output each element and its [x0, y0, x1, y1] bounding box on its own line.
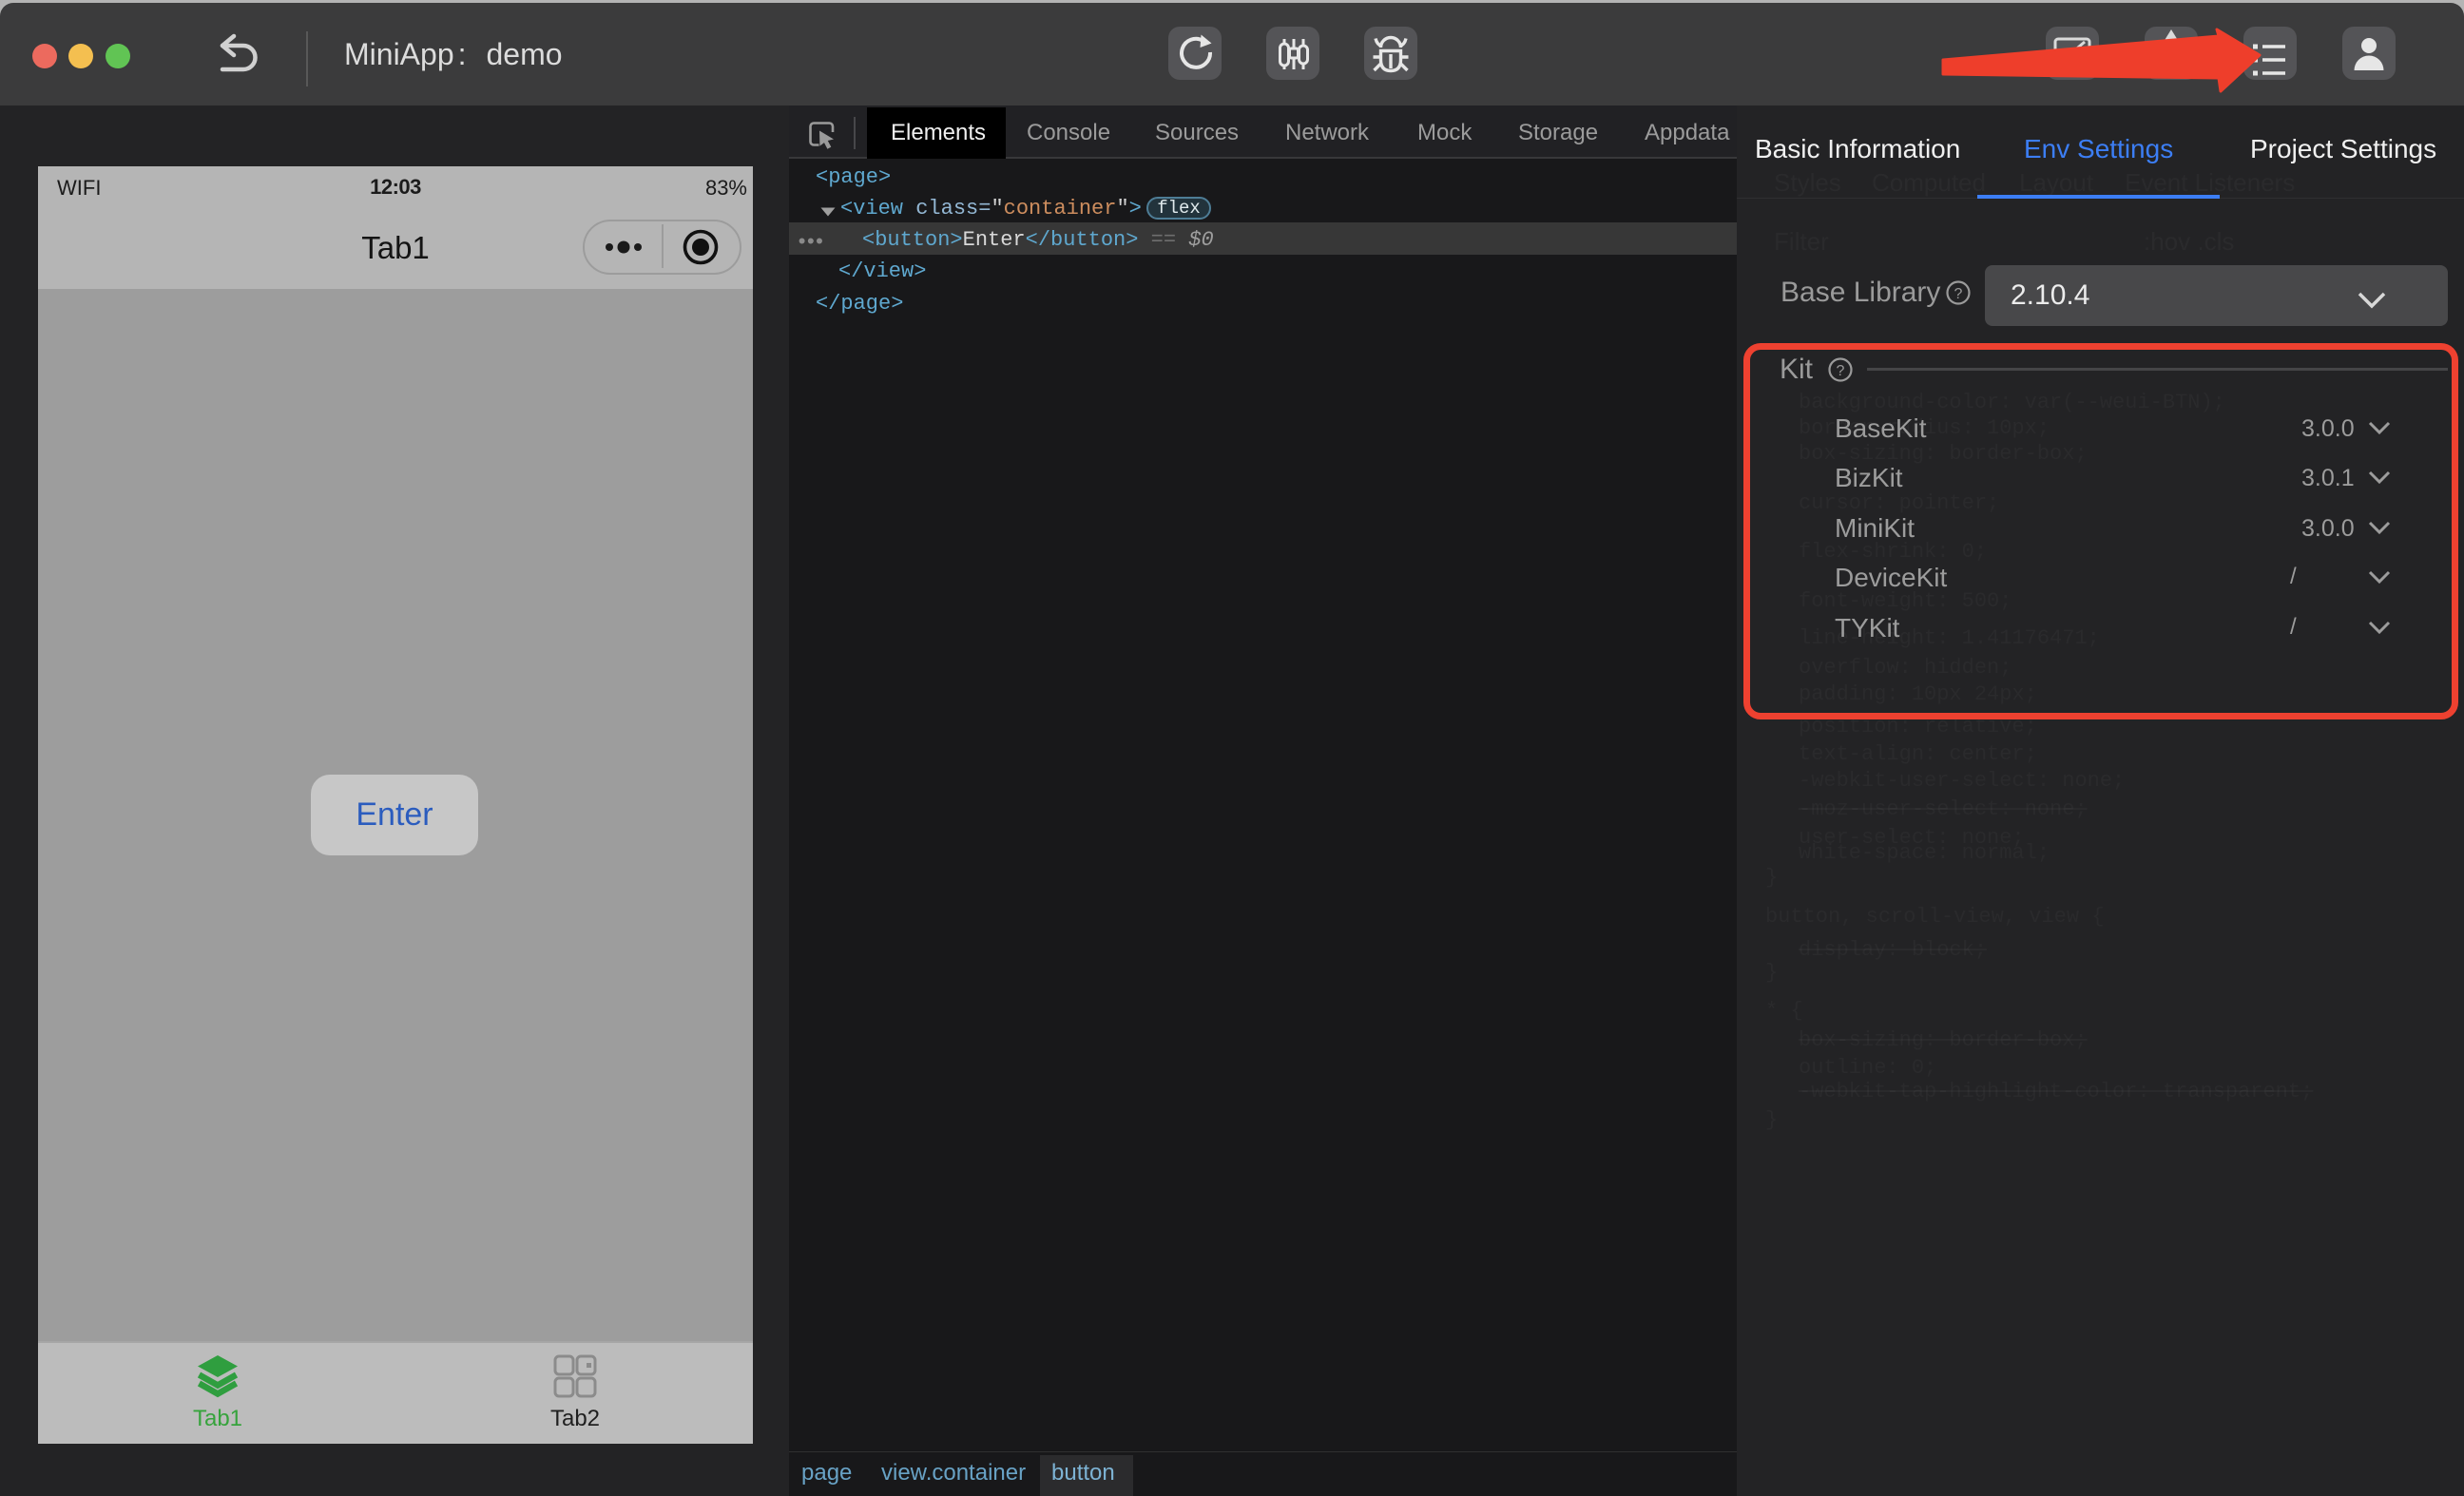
svg-text:?: ?: [1954, 286, 1963, 302]
svg-text:?: ?: [1837, 363, 1845, 379]
